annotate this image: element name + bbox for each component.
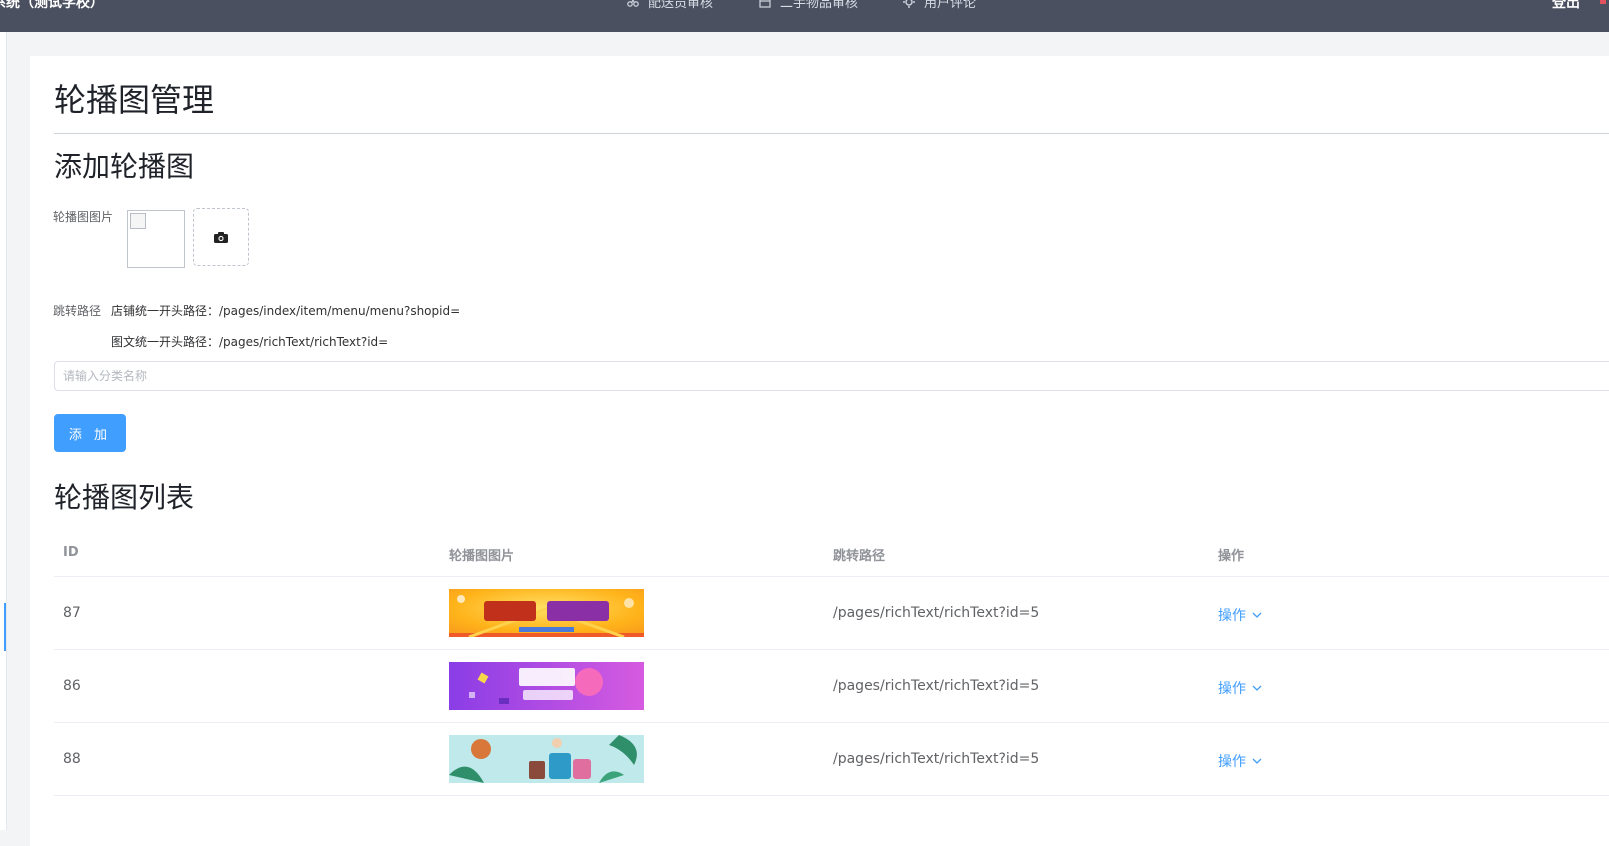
banner-image-purple [449, 662, 644, 710]
notification-dot [1600, 0, 1606, 4]
scissors-icon [627, 0, 639, 7]
chevron-down-icon [1252, 612, 1262, 618]
column-header-image: 轮播图图片 [449, 549, 515, 564]
action-dropdown[interactable]: 操作 [1218, 605, 1262, 625]
upload-image-button[interactable] [193, 208, 249, 266]
nav-item-secondhand-review[interactable]: 二手物品审核 [758, 0, 858, 11]
main-card: 轮播图管理 添加轮播图 轮播图图片 跳转路径 店铺统一开头路径：/pages/i… [30, 56, 1609, 846]
row-id: 87 [63, 605, 81, 621]
nav-label: 配送员审核 [648, 0, 714, 11]
path-input[interactable] [54, 361, 1609, 391]
path-label: 跳转路径 [53, 304, 102, 318]
sidebar-active-indicator [4, 603, 6, 651]
column-header-id: ID [63, 545, 79, 560]
title-divider [54, 133, 1609, 134]
column-header-path: 跳转路径 [833, 549, 886, 564]
logout-link[interactable]: 登出 [1552, 0, 1580, 12]
nav-item-courier-review[interactable]: 配送员审核 [626, 0, 713, 11]
uploaded-image-preview[interactable] [127, 210, 185, 268]
nav-label: 用户评论 [924, 0, 977, 11]
sidebar [0, 32, 7, 830]
broken-image-icon [130, 213, 146, 229]
list-section-title: 轮播图列表 [54, 481, 195, 514]
action-dropdown[interactable]: 操作 [1218, 678, 1262, 698]
table-header: ID 轮播图图片 跳转路径 操作 [54, 529, 1609, 577]
add-button[interactable]: 添 加 [54, 414, 126, 452]
action-label: 操作 [1218, 608, 1246, 624]
row-path: /pages/richText/richText?id=5 [833, 678, 1040, 694]
camera-icon [214, 231, 228, 243]
top-navbar: 系统（测试学校） 配送员审核 二手物品审核 用户评论 登出 [0, 0, 1609, 32]
banner-image-teal [449, 735, 644, 783]
shop-path-hint: 店铺统一开头路径：/pages/index/item/menu/menu?sho… [111, 304, 461, 318]
action-label: 操作 [1218, 681, 1246, 697]
table-row: 86 /pages/richText/richText?id=5 操作 [54, 650, 1609, 723]
add-section-title: 添加轮播图 [54, 150, 195, 183]
store-icon [759, 0, 771, 8]
column-header-action: 操作 [1218, 549, 1245, 564]
row-path: /pages/richText/richText?id=5 [833, 605, 1040, 621]
page-title: 轮播图管理 [54, 81, 215, 119]
action-dropdown[interactable]: 操作 [1218, 751, 1262, 771]
nav-item-user-comments[interactable]: 用户评论 [902, 0, 976, 11]
banner-image-orange [449, 589, 644, 637]
nav-label: 二手物品审核 [780, 0, 859, 11]
chevron-down-icon [1252, 685, 1262, 691]
banner-table: ID 轮播图图片 跳转路径 操作 87 /pages/richText/rich… [54, 529, 1609, 796]
action-label: 操作 [1218, 754, 1246, 770]
table-row: 87 /pages/richText/richText?id=5 操作 [54, 577, 1609, 650]
chevron-down-icon [1252, 758, 1262, 764]
table-row: 88 /pages/richText/richText?id=5 操作 [54, 723, 1609, 796]
row-path: /pages/richText/richText?id=5 [833, 751, 1040, 767]
image-label: 轮播图图片 [53, 210, 114, 224]
richtext-path-hint: 图文统一开头路径：/pages/richText/richText?id= [111, 335, 389, 349]
gear-icon [903, 0, 915, 8]
row-id: 86 [63, 678, 81, 694]
app-title: 系统（测试学校） [0, 0, 104, 11]
row-id: 88 [63, 751, 81, 767]
